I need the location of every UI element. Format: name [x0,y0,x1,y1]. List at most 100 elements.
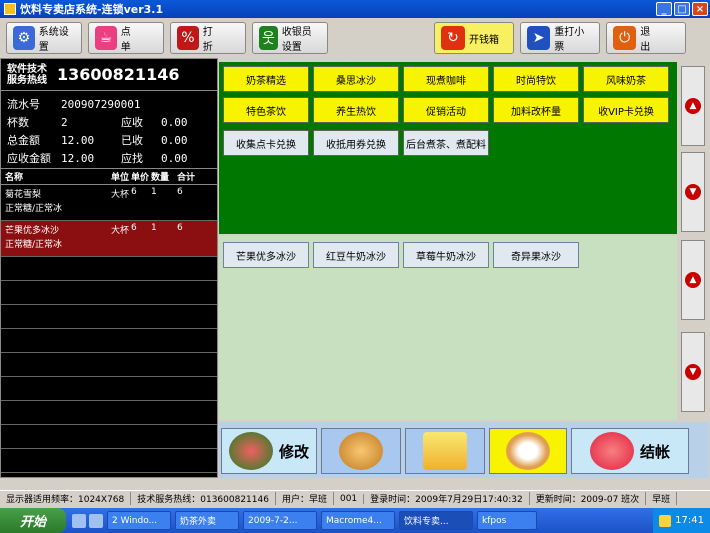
item-button[interactable]: 草莓牛奶冰沙 [403,242,489,268]
taskbar-item[interactable]: Macrome4... [321,511,395,530]
status-bar: 显示器适用频率：1024X768 技术服务热线：013600821146 用户：… [0,490,710,506]
order-row-selected[interactable]: 芒果优多冰沙 大杯 6 1 6 正常糖/正常冰 [1,221,217,257]
total-value: 12.00 [61,133,95,147]
cake-button[interactable] [405,428,485,474]
received-value: 0.00 [161,133,188,147]
due-label: 应收金额 [7,152,51,165]
serial-label: 流水号 [7,98,40,111]
serial-value: 200907290001 [61,97,141,111]
status-login: 登录时间：2009年7月29日17:40:32 [364,492,530,505]
desktop-icon[interactable] [89,513,103,528]
due-value: 12.00 [61,151,95,165]
taskbar-item[interactable]: 2 Windo... [107,511,171,530]
category-button[interactable]: 特色茶饮 [223,97,309,123]
reprint-button[interactable]: ➤ 重打小票 [520,22,600,54]
order-row[interactable]: 菊花雪梨 大杯 6 1 6 正常糖/正常冰 [1,185,217,221]
ie-icon[interactable] [72,513,86,528]
status-update: 更新时间：2009-07 班次 [530,492,647,505]
category-panel: 奶茶精选 桑思冰沙 现煮咖啡 时尚特饮 风味奶茶 特色茶饮 养生热饮 促销活动 … [219,62,677,234]
item-button[interactable]: 芒果优多冰沙 [223,242,309,268]
taskbar: 开始 2 Windo... 奶茶外卖 2009-7-2... Macrome4.… [0,508,710,533]
category-scroll-up-button[interactable]: ▲ [681,66,705,146]
category-button[interactable]: 风味奶茶 [583,66,669,92]
arrow-down-icon: ▼ [685,364,701,380]
empty-row [1,401,217,425]
window-title: 饮料专卖店系统-连锁ver3.1 [20,3,164,16]
category-button[interactable]: 时尚特饮 [493,66,579,92]
total-label: 总金额 [7,134,40,147]
order-info: 流水号 200907290001 杯数 2 应收 0.00 总金额 12.00 … [1,91,217,169]
category-button[interactable]: 奶茶精选 [223,66,309,92]
quantity-button[interactable] [489,428,567,474]
print-icon: ➤ [527,26,551,50]
empty-row [1,425,217,449]
status-user-code: 001 [334,493,365,504]
item-scroll-up-button[interactable]: ▲ [681,240,705,320]
watermelon-icon [228,432,273,470]
quick-launch [72,513,103,528]
category-button[interactable]: 桑思冰沙 [313,66,399,92]
empty-row [1,353,217,377]
cup-icon: ☕ [95,26,117,50]
category-button[interactable]: 收集点卡兑换 [223,130,309,156]
modify-button[interactable]: 修改 [221,428,317,474]
taskbar-item[interactable]: 奶茶外卖 [175,511,239,530]
status-shift: 早班 [646,492,678,505]
person-icon: 웃 [259,26,278,50]
taskbar-item[interactable]: 饮料专卖... [399,511,473,530]
empty-row [1,257,217,281]
checkout-button[interactable]: 结帐 [571,428,689,474]
received-label: 已收 [121,134,143,147]
hotline: 软件技术服务热线 13600821146 [1,59,217,91]
arrow-up-icon: ▲ [685,98,701,114]
category-button[interactable]: 加料改杯量 [493,97,579,123]
category-button[interactable]: 现煮咖啡 [403,66,489,92]
category-button[interactable]: 收VIP卡兑换 [583,97,669,123]
taskbar-item[interactable]: kfpos [477,511,537,530]
toolbar: ⚙ 系统设置 ☕ 点 单 % 打 折 웃 收银员设置 ↻ 开钱箱 ➤ 重打小票 … [0,18,710,58]
change-label: 应找 [121,152,143,165]
item-scroll-down-button[interactable]: ▼ [681,332,705,412]
category-button[interactable]: 后台煮茶、煮配料 [403,130,489,156]
cashier-settings-button[interactable]: 웃 收银员设置 [252,22,328,54]
category-scroll: ▲ ▼ [679,62,707,234]
title-bar: 饮料专卖店系统-连锁ver3.1 _ □ × [0,0,710,18]
system-settings-button[interactable]: ⚙ 系统设置 [6,22,82,54]
hotline-number: 13600821146 [57,65,180,84]
minimize-button[interactable]: _ [656,2,672,16]
settings-icon: ⚙ [13,26,35,50]
status-user: 用户：早班 [276,492,334,505]
category-button[interactable]: 养生热饮 [313,97,399,123]
exit-button[interactable]: ⏻ 退 出 [606,22,686,54]
donut-icon [506,432,550,470]
item-button[interactable]: 红豆牛奶冰沙 [313,242,399,268]
bread-button[interactable] [321,428,401,474]
exit-icon: ⏻ [613,26,637,50]
category-button[interactable]: 促销活动 [403,97,489,123]
order-button[interactable]: ☕ 点 单 [88,22,164,54]
empty-row [1,281,217,305]
empty-row [1,329,217,353]
discount-button[interactable]: % 打 折 [170,22,246,54]
cups-label: 杯数 [7,116,29,129]
start-button[interactable]: 开始 [0,508,66,533]
open-drawer-button[interactable]: ↻ 开钱箱 [434,22,514,54]
drink-icon [589,432,634,470]
tray-icon[interactable] [659,514,672,527]
item-button[interactable]: 奇异果冰沙 [493,242,579,268]
arrow-up-icon: ▲ [685,272,701,288]
order-grid-header: 名称 单位 单价 数量 合计 [1,169,217,185]
system-tray: 17:41 [653,508,710,533]
bread-icon [339,432,383,470]
change-value: 0.00 [161,151,188,165]
empty-row [1,305,217,329]
arrow-down-icon: ▼ [685,184,701,200]
close-button[interactable]: × [692,2,708,16]
category-scroll-down-button[interactable]: ▼ [681,152,705,232]
empty-row [1,449,217,473]
status-service: 技术服务热线：013600821146 [131,492,276,505]
category-button[interactable]: 收抵用券兑换 [313,130,399,156]
drawer-icon: ↻ [441,26,465,50]
taskbar-item[interactable]: 2009-7-2... [243,511,317,530]
maximize-button[interactable]: □ [674,2,690,16]
